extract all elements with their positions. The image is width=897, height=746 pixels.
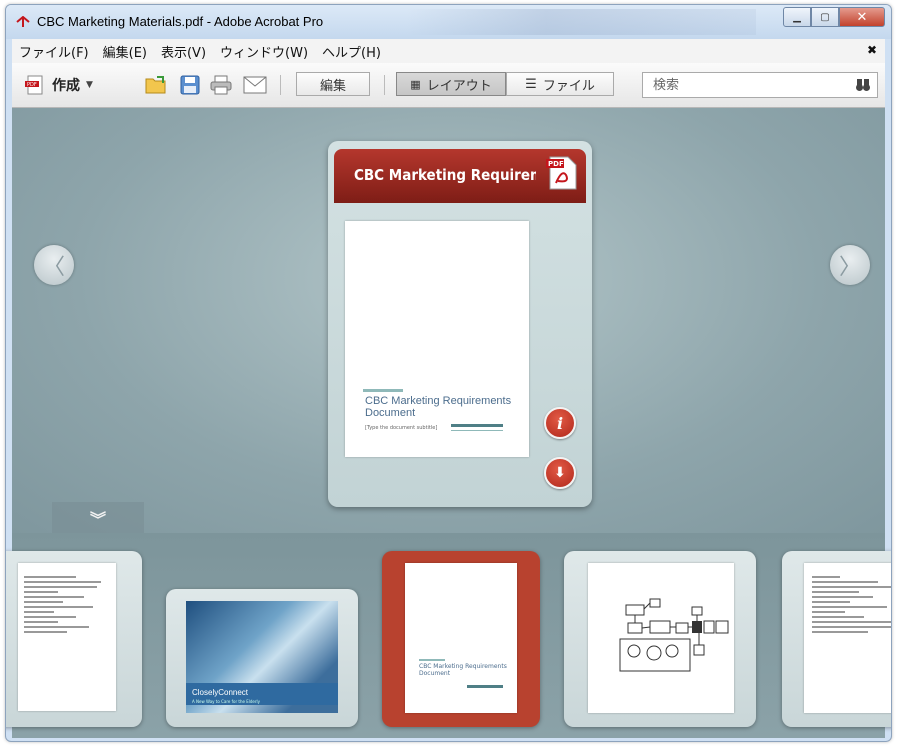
document-card[interactable]: CBC Marketing Requirements PDF CBC Marke… — [328, 141, 592, 507]
thumbnail-cover: CloselyConnect A New Way to Care for the… — [186, 601, 338, 713]
print-icon[interactable] — [210, 75, 232, 95]
layout-label: レイアウト — [426, 78, 492, 94]
minimize-icon: ▁ — [793, 11, 801, 23]
toolbar: PDF 作成 ▼ 編集 ▦ レイアウト ☰ ファイル 検索 — [12, 63, 885, 108]
create-pdf-icon: PDF — [25, 75, 43, 95]
thumbnail-4[interactable] — [564, 551, 756, 727]
cover-title: CloselyConnect — [192, 688, 249, 697]
chevron-right-icon: 〉 — [838, 255, 861, 280]
grid-icon: ▦ — [410, 77, 421, 91]
text-lines — [18, 563, 116, 646]
create-button[interactable]: PDF 作成 ▼ — [24, 72, 93, 98]
download-button[interactable]: ⬇ — [544, 457, 576, 489]
binoculars-icon[interactable] — [855, 77, 871, 93]
portfolio-viewer: 〈 〉 CBC Marketing Requirements PDF CBC M… — [12, 108, 885, 533]
page-accent-bar — [363, 389, 403, 392]
collapse-filmstrip-button[interactable]: ︾ — [52, 502, 144, 533]
arrow-down-icon: ⬇ — [554, 465, 566, 481]
info-icon: i — [556, 413, 564, 433]
previous-button[interactable]: 〈 — [34, 245, 74, 285]
info-button[interactable]: i — [544, 407, 576, 439]
edit-button[interactable]: 編集 — [296, 72, 370, 96]
menu-help[interactable]: ヘルプ(H) — [315, 42, 388, 61]
menu-file[interactable]: ファイル(F) — [12, 42, 96, 61]
thumbnail-1[interactable] — [6, 551, 142, 727]
menu-bar: ファイル(F) 編集(E) 表示(V) ウィンドウ(W) ヘルプ(H) ✖ — [12, 39, 885, 63]
cover-subtitle: A New Way to Care for the Elderly — [192, 699, 260, 704]
maximize-icon: ▢ — [820, 11, 830, 23]
toolbar-divider — [280, 75, 281, 95]
open-folder-icon[interactable] — [145, 75, 167, 95]
next-button[interactable]: 〉 — [830, 245, 870, 285]
window-title: CBC Marketing Materials.pdf - Adobe Acro… — [37, 14, 324, 29]
page-accent-bar — [467, 685, 503, 688]
search-input[interactable] — [651, 77, 835, 94]
search-box — [642, 72, 878, 98]
thumbnail-page: CBC Marketing Requirements Document — [405, 563, 517, 713]
menu-window[interactable]: ウィンドウ(W) — [213, 42, 315, 61]
text-lines — [804, 563, 891, 646]
window-controls: ▁ ▢ ✕ — [783, 7, 885, 27]
double-chevron-down-icon: ︾ — [89, 509, 106, 529]
thumbnail-2[interactable]: CloselyConnect A New Way to Care for the… — [166, 589, 358, 727]
email-icon[interactable] — [243, 76, 267, 94]
title-bar-background — [406, 9, 756, 35]
toolbar-divider — [384, 75, 385, 95]
acrobat-icon — [16, 16, 30, 27]
svg-text:PDF: PDF — [27, 82, 37, 88]
close-button[interactable]: ✕ — [839, 7, 885, 27]
thumbnail-title: CBC Marketing Requirements Document — [419, 663, 507, 677]
edit-label: 編集 — [319, 78, 346, 94]
minimize-button[interactable]: ▁ — [783, 7, 811, 27]
page-accent-bar — [419, 659, 445, 661]
menu-close-icon[interactable]: ✖ — [867, 43, 877, 57]
create-label: 作成 — [52, 78, 80, 94]
page-subtitle: [Type the document subtitle] — [365, 425, 438, 431]
svg-text:PDF: PDF — [548, 160, 564, 168]
menu-edit[interactable]: 編集(E) — [96, 42, 154, 61]
chevron-down-icon: ▼ — [86, 80, 93, 90]
thumbnail-page — [588, 563, 734, 713]
document-preview-page[interactable]: CBC Marketing Requirements Document [Typ… — [345, 221, 529, 457]
files-label: ファイル — [542, 78, 595, 94]
diagram-thumbnail — [619, 598, 729, 672]
page-title: CBC Marketing Requirements Document — [365, 395, 512, 419]
save-icon[interactable] — [180, 75, 200, 95]
files-view-button[interactable]: ☰ ファイル — [506, 72, 614, 96]
thumbnail-page — [804, 563, 891, 713]
card-title: CBC Marketing Requirements — [354, 166, 536, 184]
app-window: CBC Marketing Materials.pdf - Adobe Acro… — [5, 4, 892, 742]
maximize-button[interactable]: ▢ — [811, 7, 839, 27]
filmstrip: CloselyConnect A New Way to Care for the… — [6, 533, 891, 738]
list-icon: ☰ — [525, 76, 537, 92]
layout-view-button[interactable]: ▦ レイアウト — [396, 72, 506, 96]
thumbnail-page — [18, 563, 116, 711]
close-icon: ✕ — [856, 9, 868, 25]
menu-view[interactable]: 表示(V) — [154, 42, 213, 61]
page-accent-bar — [451, 424, 503, 427]
pdf-file-icon: PDF — [546, 156, 577, 190]
card-header: CBC Marketing Requirements PDF — [334, 149, 586, 203]
title-bar: CBC Marketing Materials.pdf - Adobe Acro… — [6, 5, 891, 39]
thumbnail-3-selected[interactable]: CBC Marketing Requirements Document — [382, 551, 540, 727]
chevron-left-icon: 〈 — [42, 255, 65, 280]
thumbnail-5[interactable] — [782, 551, 891, 727]
page-accent-bar — [451, 430, 503, 431]
